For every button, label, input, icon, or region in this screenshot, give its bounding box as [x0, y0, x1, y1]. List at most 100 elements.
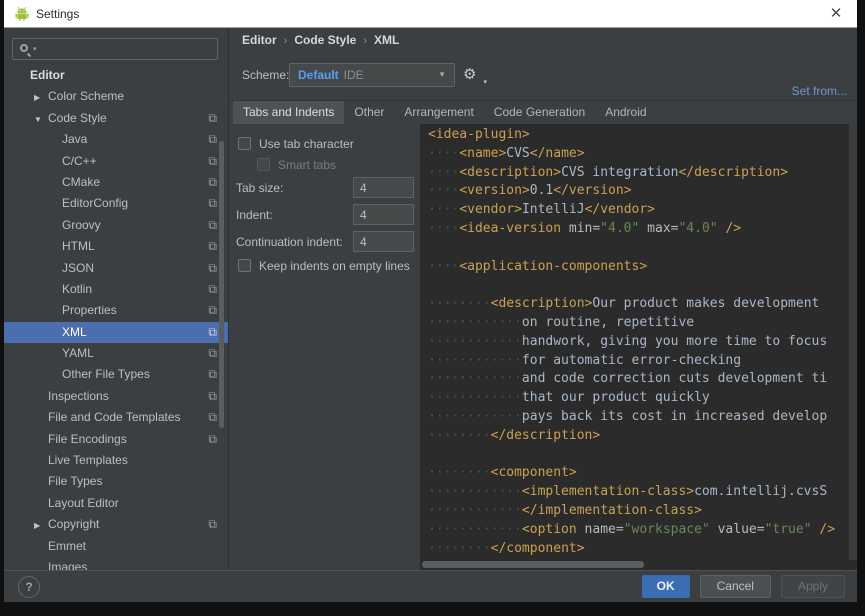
sidebar-divider: [228, 29, 229, 570]
apply-button[interactable]: Apply: [781, 575, 845, 598]
copy-scheme-icon: ⧉: [208, 514, 217, 535]
sidebar-item-images[interactable]: Images: [4, 557, 228, 570]
ok-button[interactable]: OK: [642, 575, 690, 598]
sidebar-item-label: File Encodings: [48, 432, 127, 446]
code-horizontal-scrollbar[interactable]: [422, 561, 644, 568]
keep-indents-checkbox[interactable]: [238, 259, 251, 272]
set-from-link[interactable]: Set from...: [792, 84, 847, 98]
sidebar-item-inspections[interactable]: Inspections⧉: [4, 386, 228, 407]
continuation-indent-label: Continuation indent:: [236, 235, 343, 249]
sidebar-item-label: Images: [48, 560, 87, 570]
sidebar-scrollbar[interactable]: [219, 141, 224, 428]
tab-code-generation[interactable]: Code Generation: [484, 101, 595, 124]
code-line: ····<description>CVS integration</descri…: [428, 164, 849, 183]
sidebar-item-emmet[interactable]: Emmet: [4, 536, 228, 557]
code-preview-text: <idea-plugin>····<name>CVS</name>····<de…: [420, 126, 849, 560]
sidebar-item-other-file-types[interactable]: Other File Types⧉: [4, 364, 228, 385]
code-line: [428, 446, 849, 465]
sidebar-item-kotlin[interactable]: Kotlin⧉: [4, 279, 228, 300]
copy-scheme-icon: ⧉: [208, 407, 217, 428]
sidebar-item-code-style[interactable]: ▼Code Style ⧉: [4, 108, 228, 129]
sidebar-item-file-types[interactable]: File Types: [4, 471, 228, 492]
smart-tabs-checkbox[interactable]: [257, 158, 270, 171]
sidebar-item-label: Inspections: [48, 389, 109, 403]
sidebar-item-color-scheme[interactable]: ▶Color Scheme: [4, 86, 228, 107]
code-line: <idea-plugin>: [428, 126, 849, 145]
continuation-indent-input[interactable]: [353, 231, 414, 252]
keep-indents-label: Keep indents on empty lines: [259, 259, 410, 273]
cancel-button[interactable]: Cancel: [700, 575, 771, 598]
sidebar-item-html[interactable]: HTML⧉: [4, 236, 228, 257]
code-style-tabs: Tabs and IndentsOtherArrangementCode Gen…: [233, 101, 657, 124]
sidebar-item-live-templates[interactable]: Live Templates: [4, 450, 228, 471]
code-line: ············pays back its cost in increa…: [428, 408, 849, 427]
tab-size-input[interactable]: [353, 177, 414, 198]
code-vertical-scrollbar[interactable]: [849, 124, 857, 560]
code-line: ····<application-components>: [428, 258, 849, 277]
breadcrumb-item-xml[interactable]: XML: [374, 33, 399, 47]
search-input[interactable]: ▾: [12, 38, 218, 60]
help-button[interactable]: ?: [18, 576, 40, 598]
sidebar-item-properties[interactable]: Properties ⧉: [4, 300, 228, 321]
scheme-select[interactable]: DefaultIDE ▼: [289, 63, 455, 87]
search-icon: [20, 44, 28, 52]
breadcrumb-item-code-style[interactable]: Code Style: [294, 33, 356, 47]
chevron-right-icon[interactable]: ▶: [34, 87, 48, 108]
sidebar-item-label: Code Style: [48, 111, 107, 125]
code-line: ····<version>0.1</version>: [428, 182, 849, 201]
copy-scheme-icon: ⧉: [208, 364, 217, 385]
gear-caret-icon: ▾: [483, 78, 487, 86]
sidebar-item-label: Properties: [62, 303, 117, 317]
sidebar-item-label: CMake: [62, 175, 100, 189]
copy-scheme-icon: ⧉: [208, 108, 217, 129]
use-tab-character-checkbox[interactable]: [238, 137, 251, 150]
sidebar-item-editor[interactable]: Editor: [4, 65, 228, 86]
tab-tabs-and-indents[interactable]: Tabs and Indents: [233, 101, 344, 124]
sidebar-item-label: YAML: [62, 346, 94, 360]
copy-scheme-icon: ⧉: [208, 129, 217, 150]
indent-input[interactable]: [353, 204, 414, 225]
code-line: ····<idea-version min="4.0" max="4.0" />: [428, 220, 849, 239]
scheme-label: Scheme:: [242, 68, 289, 82]
gear-icon: ⚙: [463, 66, 476, 83]
sidebar-item-label: HTML: [62, 239, 95, 253]
code-line: ····<name>CVS</name>: [428, 145, 849, 164]
copy-scheme-icon: ⧉: [208, 300, 217, 321]
sidebar-item-file-encodings[interactable]: File Encodings⧉: [4, 429, 228, 450]
sidebar-item-label: Groovy: [62, 218, 101, 232]
use-tab-character-label: Use tab character: [259, 137, 354, 151]
tab-other[interactable]: Other: [344, 101, 394, 124]
breadcrumb: Editor›Code Style›XML: [242, 33, 399, 47]
sidebar-item-groovy[interactable]: Groovy ⧉: [4, 215, 228, 236]
sidebar-item-label: Color Scheme: [48, 89, 124, 103]
scheme-actions-button[interactable]: ⚙ ▾: [463, 65, 485, 85]
code-line: ········<component>: [428, 464, 849, 483]
sidebar-item-xml[interactable]: XML ⧉: [4, 322, 228, 343]
close-icon[interactable]: ✕: [821, 2, 851, 26]
sidebar-item-label: XML: [62, 325, 87, 339]
copy-scheme-icon: ⧉: [208, 322, 217, 343]
code-line: ············handwork, giving you more ti…: [428, 333, 849, 352]
copy-scheme-icon: ⧉: [208, 215, 217, 236]
search-history-caret-icon[interactable]: ▾: [33, 45, 37, 53]
sidebar-item-c-c[interactable]: C/C++⧉: [4, 151, 228, 172]
sidebar-item-json[interactable]: JSON⧉: [4, 258, 228, 279]
tab-arrangement[interactable]: Arrangement: [394, 101, 483, 124]
sidebar-item-java[interactable]: Java⧉: [4, 129, 228, 150]
breadcrumb-item-editor[interactable]: Editor: [242, 33, 277, 47]
settings-sidebar: ▾ Editor▶Color Scheme▼Code Style⧉Java⧉C/…: [4, 29, 228, 570]
sidebar-item-editorconfig[interactable]: EditorConfig⧉: [4, 193, 228, 214]
sidebar-item-copyright[interactable]: ▶Copyright⧉: [4, 514, 228, 535]
sidebar-item-cmake[interactable]: CMake⧉: [4, 172, 228, 193]
sidebar-item-label: Kotlin: [62, 282, 92, 296]
sidebar-item-layout-editor[interactable]: Layout Editor: [4, 493, 228, 514]
code-line: ············</implementation-class>: [428, 502, 849, 521]
tab-android[interactable]: Android: [595, 101, 656, 124]
sidebar-item-label: Editor: [30, 68, 65, 82]
code-line: ····<vendor>IntelliJ</vendor>: [428, 201, 849, 220]
sidebar-item-file-and-code-templates[interactable]: File and Code Templates⧉: [4, 407, 228, 428]
chevron-down-icon[interactable]: ▼: [34, 109, 48, 130]
sidebar-item-yaml[interactable]: YAML⧉: [4, 343, 228, 364]
chevron-right-icon[interactable]: ▶: [34, 515, 48, 536]
scheme-suffix: IDE: [344, 68, 364, 82]
